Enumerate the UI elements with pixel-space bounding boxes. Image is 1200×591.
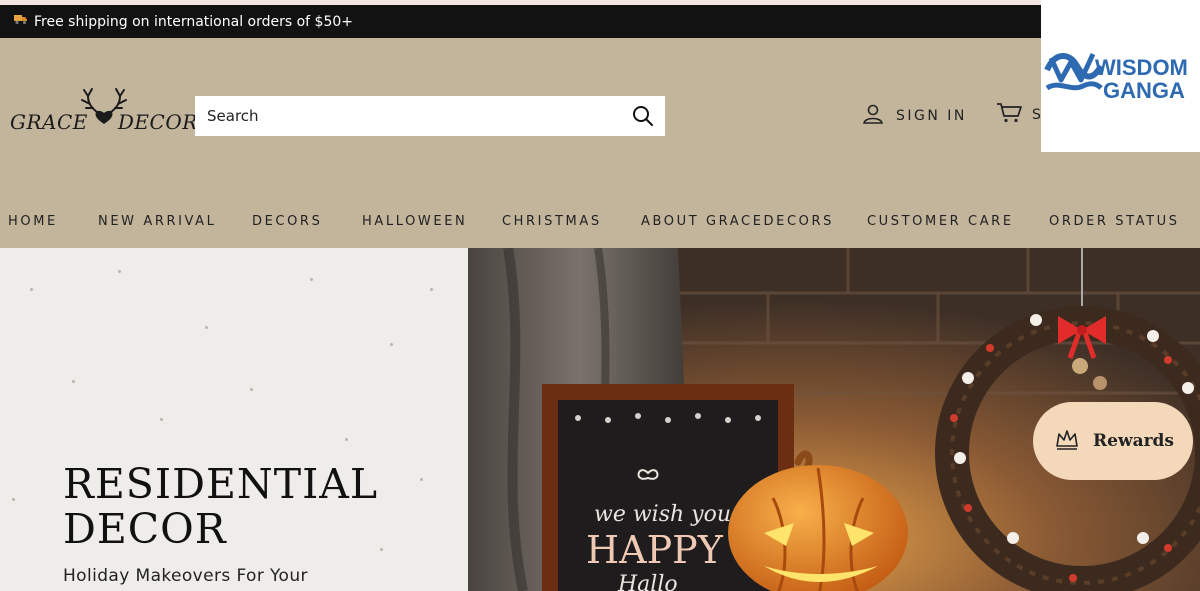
search-icon[interactable] xyxy=(631,104,655,128)
hero-subtitle: Holiday Makeovers For Your xyxy=(63,566,308,586)
sign-in-link[interactable]: SIGN IN xyxy=(862,104,967,128)
nav-halloween[interactable]: HALLOWEEN xyxy=(362,214,467,229)
wisdom-ganga-logo: WISDOM GANGA xyxy=(1044,52,1188,103)
search-bar xyxy=(195,96,665,136)
search-input[interactable] xyxy=(195,97,615,135)
announcement-text: Free shipping on international orders of… xyxy=(34,13,354,30)
hero-title: RESIDENTIAL DECOR xyxy=(63,460,379,553)
nav-customer-care[interactable]: CUSTOMER CARE xyxy=(867,214,1014,229)
nav-decors[interactable]: DECORS xyxy=(252,214,322,229)
sign-in-label: SIGN IN xyxy=(896,108,967,124)
nav-home[interactable]: HOME xyxy=(8,214,58,229)
watermark-line2: GANGA xyxy=(1103,78,1185,103)
site-logo[interactable]: GRACE DECOR xyxy=(8,86,197,136)
announcement-bar: Free shipping on international orders of… xyxy=(0,5,1200,38)
truck-icon xyxy=(14,14,28,29)
cart-icon xyxy=(996,102,1032,128)
hero-text-panel: RESIDENTIAL DECOR Holiday Makeovers For … xyxy=(0,248,468,591)
logo-text: GRACE DECOR xyxy=(10,110,198,134)
rewards-button[interactable]: Rewards xyxy=(1033,402,1193,480)
watermark-line1: WISDOM xyxy=(1095,55,1188,80)
nav-christmas[interactable]: CHRISTMAS xyxy=(502,214,602,229)
nav-about-gracedecors[interactable]: ABOUT GRACEDECORS xyxy=(641,214,834,229)
nav-order-status[interactable]: ORDER STATUS xyxy=(1049,214,1180,229)
cart-link[interactable]: S xyxy=(996,102,1043,128)
crown-icon xyxy=(1055,428,1079,454)
main-nav: HOME NEW ARRIVAL DECORS HALLOWEEN CHRIST… xyxy=(0,195,1200,248)
hero-banner: RESIDENTIAL DECOR Holiday Makeovers For … xyxy=(0,248,1200,591)
rewards-label: Rewards xyxy=(1093,431,1175,451)
sign-text-line1: we wish you a xyxy=(594,502,751,527)
wisdom-ganga-watermark: WISDOM GANGA xyxy=(1041,0,1200,152)
site-header: GRACEDECOR SIGN IN S xyxy=(0,38,1200,196)
user-icon xyxy=(862,104,896,128)
sign-text-line3: Hallo xyxy=(617,572,678,591)
nav-new-arrival[interactable]: NEW ARRIVAL xyxy=(98,214,217,229)
sign-text-line2: HAPPY xyxy=(586,528,724,572)
